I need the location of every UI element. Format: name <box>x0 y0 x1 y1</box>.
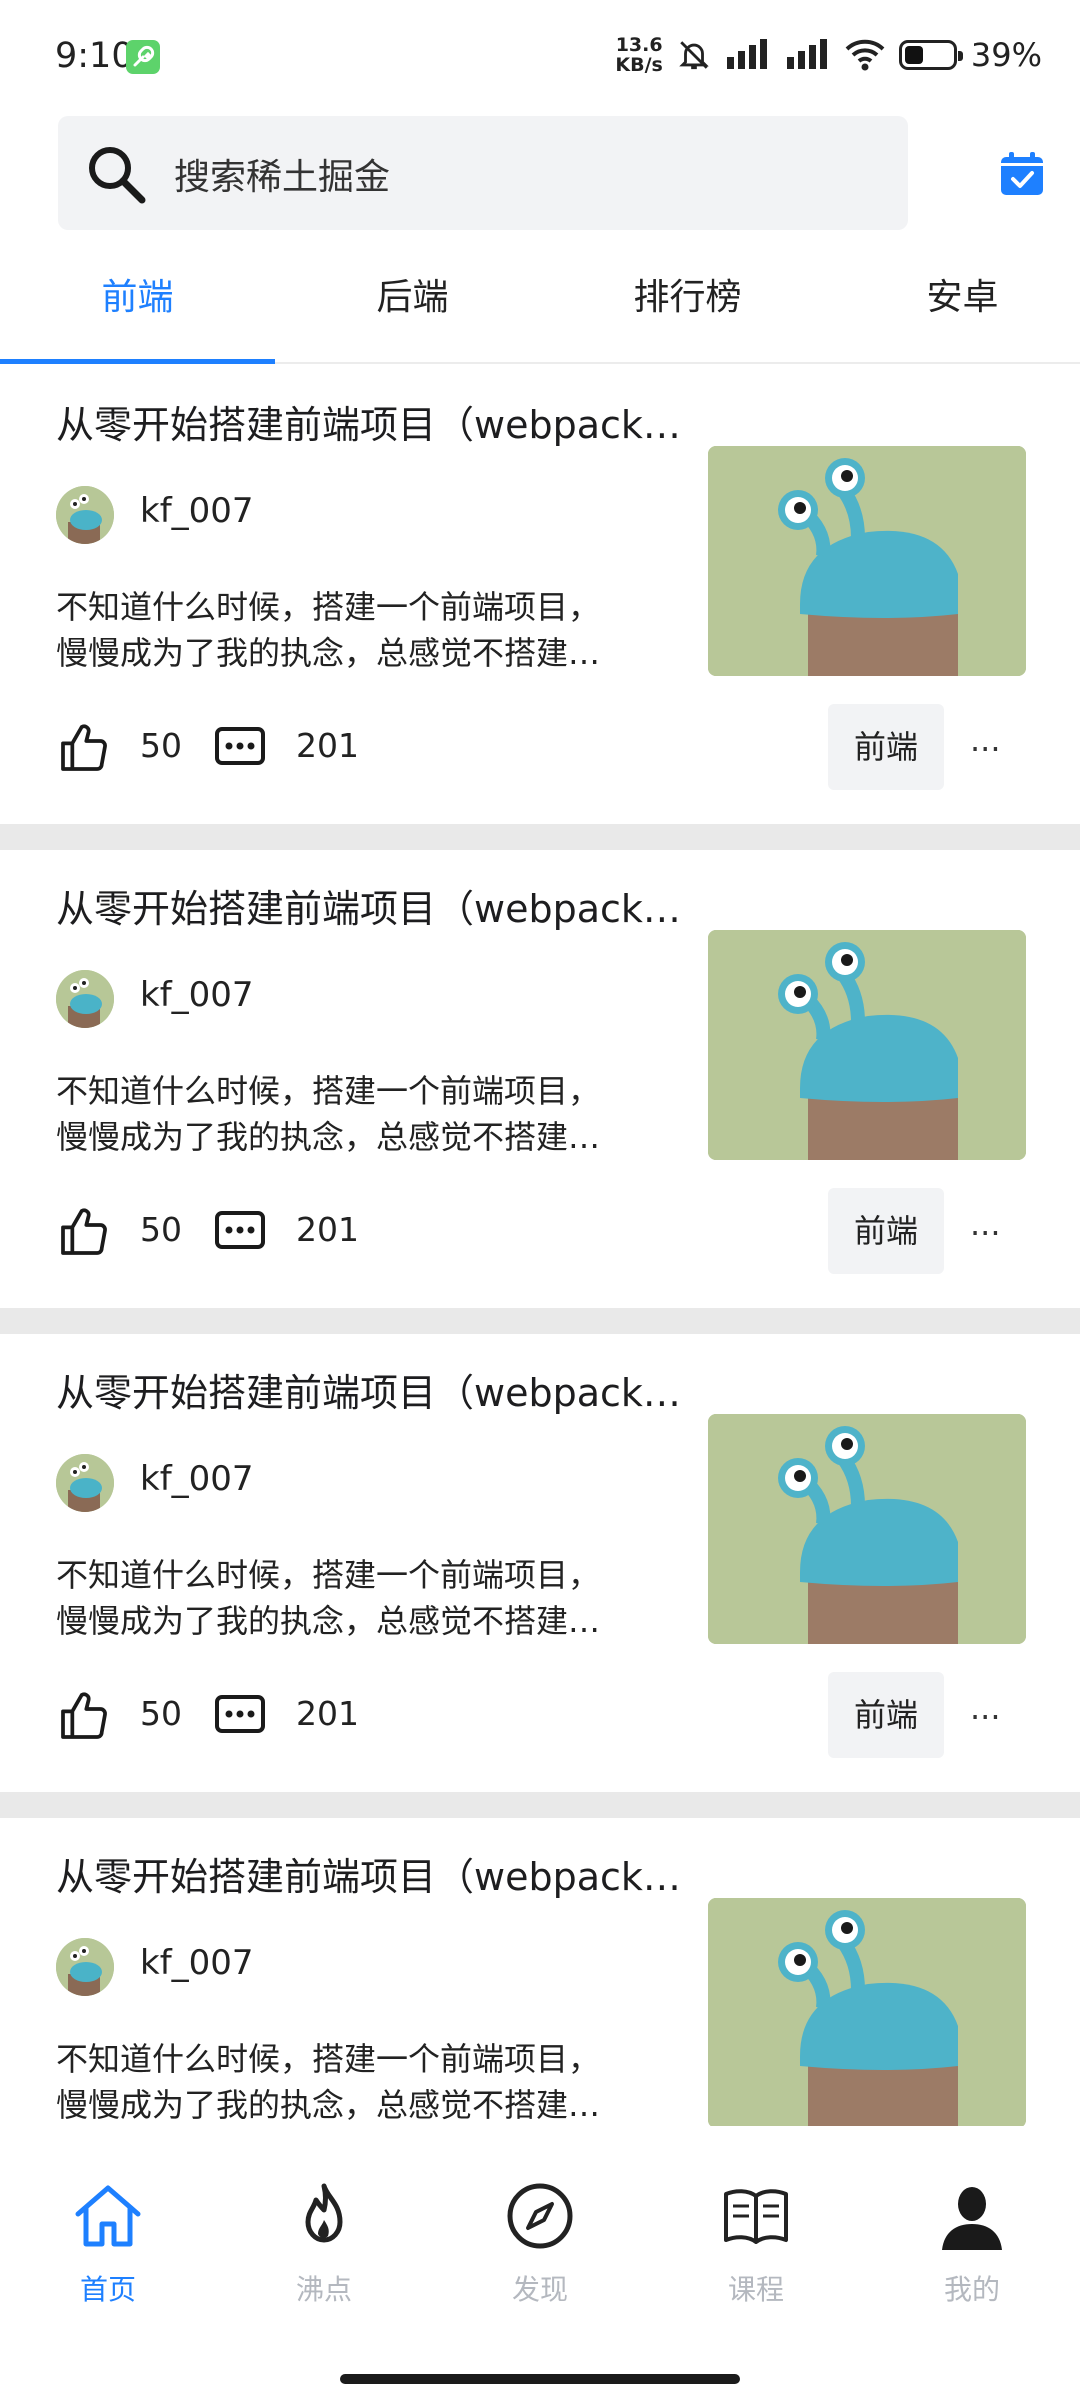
comment-icon[interactable] <box>214 1694 266 1736</box>
feed-divider <box>0 824 1080 850</box>
comment-icon[interactable] <box>214 1210 266 1252</box>
category-tag[interactable]: 前端 <box>828 1188 944 1274</box>
nav-label: 我的 <box>943 2273 1000 2306</box>
excerpt-line: 不知道什么时候，搭建一个前端项目， <box>56 1072 601 1110</box>
comment-count: 201 <box>296 1210 359 1249</box>
home-indicator[interactable] <box>340 2374 740 2384</box>
article-card[interactable]: 从零开始搭建前端项目（webpack… kf_007 不知道什么时候，搭建一个前… <box>0 850 1080 1308</box>
feed-divider <box>0 1792 1080 1818</box>
comment-icon[interactable] <box>214 726 266 768</box>
more-options-button[interactable]: ... <box>970 721 1001 759</box>
article-title[interactable]: 从零开始搭建前端项目（webpack… <box>56 878 706 933</box>
author-name[interactable]: kf_007 <box>140 1459 254 1499</box>
article-card[interactable]: 从零开始搭建前端项目（webpack… kf_007 不知道什么时候，搭建一个前… <box>0 366 1080 824</box>
book-icon <box>724 2189 788 2244</box>
thumbs-up-icon[interactable] <box>56 1204 112 1260</box>
article-excerpt: 不知道什么时候，搭建一个前端项目， 慢慢成为了我的执念，总感觉不搭建… <box>56 1552 656 1644</box>
avatar[interactable] <box>56 1454 114 1512</box>
nav-discover[interactable]: 发现 <box>432 2130 648 2320</box>
status-icons: 13.6 KB/s 39% <box>615 30 1042 80</box>
tab-ranking[interactable]: 排行榜 <box>550 268 825 320</box>
wifi-icon <box>845 39 885 71</box>
article-excerpt: 不知道什么时候，搭建一个前端项目， 慢慢成为了我的执念，总感觉不搭建… <box>56 584 656 676</box>
net-speed-value: 13.6 <box>615 34 663 56</box>
signal-icon <box>726 39 767 69</box>
net-speed-unit: KB/s <box>615 54 663 76</box>
nav-home[interactable]: 首页 <box>0 2130 216 2320</box>
excerpt-line: 慢慢成为了我的执念，总感觉不搭建… <box>56 1118 601 1156</box>
user-icon <box>942 2187 1002 2250</box>
article-excerpt: 不知道什么时候，搭建一个前端项目， 慢慢成为了我的执念，总感觉不搭建… <box>56 1068 656 1160</box>
excerpt-line: 不知道什么时候，搭建一个前端项目， <box>56 2040 601 2078</box>
like-count: 50 <box>140 726 182 765</box>
thumbs-up-icon[interactable] <box>56 1688 112 1744</box>
article-excerpt: 不知道什么时候，搭建一个前端项目， 慢慢成为了我的执念，总感觉不搭建… <box>56 2036 656 2126</box>
nav-label: 课程 <box>727 2273 784 2306</box>
avatar[interactable] <box>56 486 114 544</box>
mute-bell-icon <box>679 41 709 70</box>
search-icon <box>89 147 146 204</box>
excerpt-line: 慢慢成为了我的执念，总感觉不搭建… <box>56 2086 601 2124</box>
calendar-check-icon[interactable] <box>998 150 1046 198</box>
article-thumbnail[interactable] <box>708 1898 1026 2126</box>
like-count: 50 <box>140 1210 182 1249</box>
app-badge-icon <box>126 40 160 74</box>
category-tag[interactable]: 前端 <box>828 1672 944 1758</box>
article-card[interactable]: 从零开始搭建前端项目（webpack… kf_007 不知道什么时候，搭建一个前… <box>0 1818 1080 2126</box>
nav-label: 发现 <box>511 2273 568 2306</box>
article-title[interactable]: 从零开始搭建前端项目（webpack… <box>56 1362 706 1417</box>
article-card[interactable]: 从零开始搭建前端项目（webpack… kf_007 不知道什么时候，搭建一个前… <box>0 1334 1080 1792</box>
nav-courses[interactable]: 课程 <box>648 2130 864 2320</box>
status-time: 9:10 <box>55 36 134 76</box>
battery-icon <box>898 40 963 70</box>
nav-pins[interactable]: 沸点 <box>216 2130 432 2320</box>
bottom-nav: 首页 沸点 发现 课程 我的 <box>0 2130 1080 2320</box>
nav-label: 首页 <box>79 2273 136 2306</box>
article-title[interactable]: 从零开始搭建前端项目（webpack… <box>56 394 706 449</box>
home-icon <box>75 2185 141 2247</box>
author-name[interactable]: kf_007 <box>140 1943 254 1983</box>
tab-backend[interactable]: 后端 <box>275 268 550 320</box>
app-screen: 9:10 13.6 KB/s 39% 搜索稀土掘金 前端 后端 排行榜 安卓 从… <box>0 0 1080 2400</box>
excerpt-line: 不知道什么时候，搭建一个前端项目， <box>56 588 601 626</box>
avatar[interactable] <box>56 970 114 1028</box>
search-bar[interactable]: 搜索稀土掘金 <box>58 116 908 230</box>
excerpt-line: 慢慢成为了我的执念，总感觉不搭建… <box>56 1602 601 1640</box>
signal-icon <box>786 39 827 69</box>
category-tag[interactable]: 前端 <box>828 704 944 790</box>
article-title[interactable]: 从零开始搭建前端项目（webpack… <box>56 1846 706 1901</box>
article-thumbnail[interactable] <box>708 446 1026 676</box>
net-speed: 13.6 KB/s <box>615 35 662 75</box>
status-bar: 9:10 13.6 KB/s 39% <box>0 0 1080 110</box>
like-count: 50 <box>140 1694 182 1733</box>
battery-level <box>904 46 923 64</box>
search-placeholder: 搜索稀土掘金 <box>174 157 391 198</box>
article-feed[interactable]: 从零开始搭建前端项目（webpack… kf_007 不知道什么时候，搭建一个前… <box>0 366 1080 2126</box>
feed-divider <box>0 1308 1080 1334</box>
tab-frontend[interactable]: 前端 <box>0 268 275 320</box>
tab-android[interactable]: 安卓 <box>825 268 1080 320</box>
author-name[interactable]: kf_007 <box>140 491 254 531</box>
author-name[interactable]: kf_007 <box>140 975 254 1015</box>
nav-label: 沸点 <box>295 2273 352 2306</box>
excerpt-line: 不知道什么时候，搭建一个前端项目， <box>56 1556 601 1594</box>
avatar[interactable] <box>56 1938 114 1996</box>
more-options-button[interactable]: ... <box>970 1205 1001 1243</box>
battery-percent: 39% <box>970 36 1042 74</box>
category-tabs: 前端 后端 排行榜 安卓 <box>0 248 1080 364</box>
compass-icon <box>507 2183 573 2249</box>
flame-icon <box>305 2183 343 2243</box>
excerpt-line: 慢慢成为了我的执念，总感觉不搭建… <box>56 634 601 672</box>
article-thumbnail[interactable] <box>708 930 1026 1160</box>
comment-count: 201 <box>296 1694 359 1733</box>
active-tab-indicator <box>0 359 275 364</box>
article-thumbnail[interactable] <box>708 1414 1026 1644</box>
thumbs-up-icon[interactable] <box>56 720 112 776</box>
nav-profile[interactable]: 我的 <box>864 2130 1080 2320</box>
more-options-button[interactable]: ... <box>970 1689 1001 1727</box>
comment-count: 201 <box>296 726 359 765</box>
